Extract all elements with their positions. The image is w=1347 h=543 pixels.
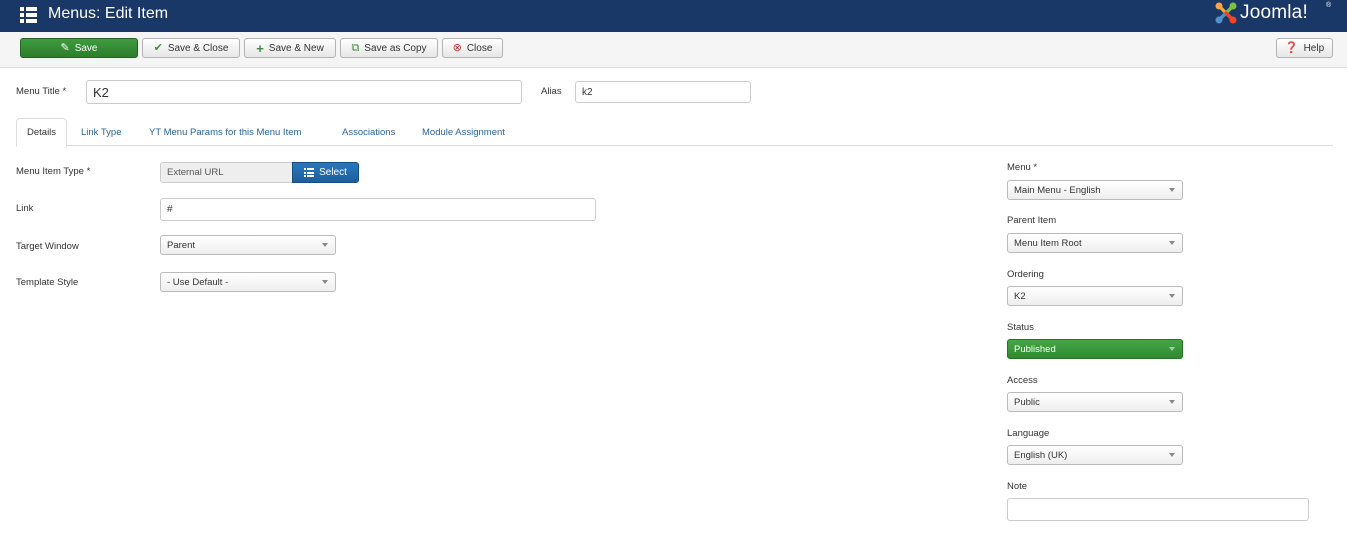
menu-select[interactable]: Main Menu - English: [1007, 180, 1183, 200]
close-circle-icon: ⊗: [452, 41, 462, 54]
select-type-label: Select: [319, 167, 347, 178]
check-icon: ✔: [153, 41, 163, 54]
access-value: Public: [1014, 396, 1040, 408]
save-copy-button[interactable]: ⧉ Save as Copy: [340, 38, 438, 58]
ordering-value: K2: [1014, 290, 1026, 302]
copy-icon: ⧉: [351, 41, 360, 54]
registered-mark: ®: [1326, 2, 1332, 9]
toolbar: ✎ Save ✔ Save & Close + Save & New ⧉ Sav…: [0, 32, 1347, 68]
target-window-value: Parent: [167, 239, 195, 251]
language-value: English (UK): [1014, 449, 1068, 461]
language-select[interactable]: English (UK): [1007, 445, 1183, 465]
caret-down-icon: [322, 243, 328, 247]
menu-item-type-label: Menu Item Type *: [16, 166, 91, 177]
access-select[interactable]: Public: [1007, 392, 1183, 412]
parent-item-select[interactable]: Menu Item Root: [1007, 233, 1183, 253]
language-label: Language: [1007, 428, 1050, 439]
link-label: Link: [16, 203, 34, 214]
save-close-label: Save & Close: [167, 42, 229, 54]
target-window-label: Target Window: [16, 241, 79, 252]
menu-item-type-field: External URL: [160, 162, 293, 183]
caret-down-icon: [1169, 188, 1175, 192]
caret-down-icon: [1169, 241, 1175, 245]
note-label: Note: [1007, 481, 1028, 492]
caret-down-icon: [322, 280, 328, 284]
caret-down-icon: [1169, 400, 1175, 404]
status-label: Status: [1007, 322, 1034, 333]
select-type-button[interactable]: Select: [292, 162, 359, 183]
link-input[interactable]: #: [160, 198, 596, 221]
help-button[interactable]: ❓ Help: [1276, 38, 1333, 58]
page-title: Menus: Edit Item: [48, 5, 169, 22]
ordering-select[interactable]: K2: [1007, 286, 1183, 306]
menu-title-label: Menu Title *: [16, 86, 67, 97]
edit-icon: ✎: [60, 41, 70, 54]
alias-input[interactable]: k2: [575, 81, 751, 103]
save-new-button[interactable]: + Save & New: [244, 38, 336, 58]
save-close-button[interactable]: ✔ Save & Close: [142, 38, 240, 58]
joomla-logo-text: Joomla!: [1240, 2, 1308, 23]
tab-details[interactable]: Details: [16, 118, 68, 147]
close-label: Close: [466, 42, 493, 54]
caret-down-icon: [1169, 347, 1175, 351]
save-new-label: Save & New: [268, 42, 324, 54]
menu-title-input[interactable]: K2: [86, 80, 522, 104]
caret-down-icon: [1169, 453, 1175, 457]
note-input[interactable]: [1007, 498, 1309, 521]
target-window-select[interactable]: Parent: [160, 235, 336, 255]
tab-associations[interactable]: Associations: [342, 118, 395, 146]
help-label: Help: [1303, 42, 1325, 54]
plus-icon: +: [256, 40, 264, 56]
help-icon: ❓: [1284, 41, 1299, 54]
access-label: Access: [1007, 375, 1038, 386]
caret-down-icon: [1169, 294, 1175, 298]
template-style-label: Template Style: [16, 277, 79, 288]
parent-item-label: Parent Item: [1007, 215, 1057, 226]
menu-value: Main Menu - English: [1014, 184, 1101, 196]
tab-bar: Details Link Type YT Menu Params for thi…: [16, 118, 1333, 147]
joomla-logo-icon: [1215, 2, 1237, 24]
top-header: Menus: Edit Item Joomla! ®: [0, 0, 1347, 32]
ordering-label: Ordering: [1007, 269, 1044, 280]
save-label: Save: [74, 42, 98, 54]
alias-label: Alias: [541, 86, 562, 97]
tab-link-type[interactable]: Link Type: [81, 118, 122, 146]
menu-label: Menu *: [1007, 162, 1038, 173]
save-button[interactable]: ✎ Save: [20, 38, 138, 58]
tab-yt-menu-params[interactable]: YT Menu Params for this Menu Item: [149, 118, 301, 146]
tab-module-assignment[interactable]: Module Assignment: [422, 118, 505, 146]
parent-item-value: Menu Item Root: [1014, 237, 1082, 249]
status-select[interactable]: Published: [1007, 339, 1183, 359]
close-button[interactable]: ⊗ Close: [442, 38, 503, 58]
template-style-value: - Use Default -: [167, 276, 229, 288]
list-icon: [304, 168, 315, 177]
template-style-select[interactable]: - Use Default -: [160, 272, 336, 292]
menu-list-icon: [20, 6, 37, 23]
status-value: Published: [1014, 343, 1056, 355]
save-copy-label: Save as Copy: [364, 42, 427, 54]
